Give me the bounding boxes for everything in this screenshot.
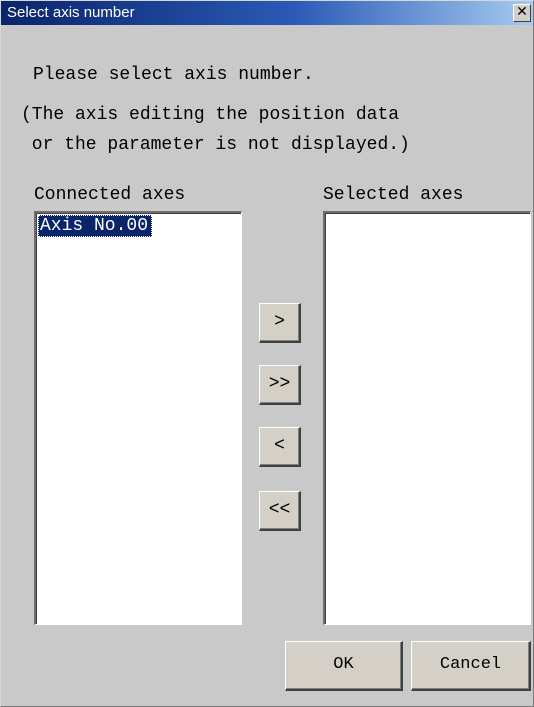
- cancel-button[interactable]: Cancel: [411, 641, 531, 691]
- selected-axes-label: Selected axes: [323, 185, 464, 205]
- window-title: Select axis number: [7, 4, 135, 21]
- add-all-button[interactable]: >>: [259, 365, 301, 405]
- note-line-2: or the parameter is not displayed.): [21, 135, 410, 155]
- list-item-axis-00[interactable]: Axis No.00: [38, 215, 153, 237]
- instruction-text: Please select axis number.: [33, 65, 314, 85]
- select-axis-dialog: Select axis number ✕ Please select axis …: [0, 0, 534, 707]
- connected-axes-label: Connected axes: [34, 185, 186, 205]
- title-bar[interactable]: Select axis number ✕: [1, 1, 533, 25]
- add-button[interactable]: >: [259, 303, 301, 343]
- remove-button[interactable]: <: [259, 427, 301, 467]
- remove-all-button[interactable]: <<: [259, 491, 301, 531]
- selected-axes-list[interactable]: [323, 211, 531, 625]
- ok-button[interactable]: OK: [285, 641, 403, 691]
- close-icon: ✕: [516, 4, 528, 20]
- connected-axes-list[interactable]: Axis No.00: [34, 211, 242, 625]
- close-button[interactable]: ✕: [513, 4, 531, 22]
- note-line-1: (The axis editing the position data: [21, 105, 400, 125]
